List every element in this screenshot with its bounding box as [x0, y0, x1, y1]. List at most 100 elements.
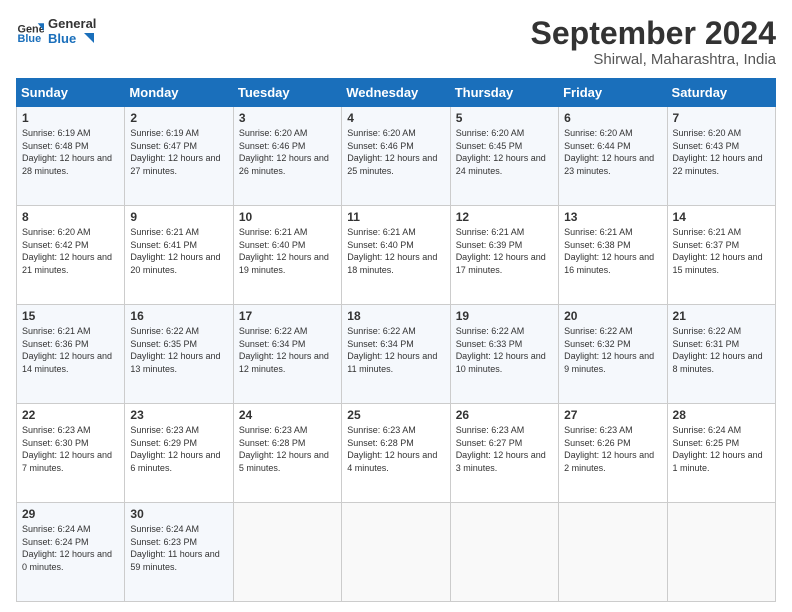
calendar-header-saturday: Saturday — [667, 79, 775, 107]
day-info: Sunrise: 6:21 AM Sunset: 6:40 PM Dayligh… — [239, 226, 336, 276]
day-number: 13 — [564, 210, 661, 224]
calendar-cell: 30 Sunrise: 6:24 AM Sunset: 6:23 PM Dayl… — [125, 503, 233, 602]
calendar-cell: 14 Sunrise: 6:21 AM Sunset: 6:37 PM Dayl… — [667, 206, 775, 305]
day-info: Sunrise: 6:22 AM Sunset: 6:31 PM Dayligh… — [673, 325, 770, 375]
day-info: Sunrise: 6:23 AM Sunset: 6:26 PM Dayligh… — [564, 424, 661, 474]
calendar-cell: 7 Sunrise: 6:20 AM Sunset: 6:43 PM Dayli… — [667, 107, 775, 206]
day-number: 5 — [456, 111, 553, 125]
day-number: 30 — [130, 507, 227, 521]
calendar-cell: 13 Sunrise: 6:21 AM Sunset: 6:38 PM Dayl… — [559, 206, 667, 305]
day-info: Sunrise: 6:22 AM Sunset: 6:34 PM Dayligh… — [239, 325, 336, 375]
day-number: 27 — [564, 408, 661, 422]
calendar-cell: 25 Sunrise: 6:23 AM Sunset: 6:28 PM Dayl… — [342, 404, 450, 503]
day-info: Sunrise: 6:24 AM Sunset: 6:25 PM Dayligh… — [673, 424, 770, 474]
calendar-week-row: 29 Sunrise: 6:24 AM Sunset: 6:24 PM Dayl… — [17, 503, 776, 602]
day-info: Sunrise: 6:21 AM Sunset: 6:41 PM Dayligh… — [130, 226, 227, 276]
calendar-week-row: 8 Sunrise: 6:20 AM Sunset: 6:42 PM Dayli… — [17, 206, 776, 305]
day-info: Sunrise: 6:21 AM Sunset: 6:39 PM Dayligh… — [456, 226, 553, 276]
day-info: Sunrise: 6:24 AM Sunset: 6:24 PM Dayligh… — [22, 523, 119, 573]
day-info: Sunrise: 6:20 AM Sunset: 6:43 PM Dayligh… — [673, 127, 770, 177]
calendar-cell: 8 Sunrise: 6:20 AM Sunset: 6:42 PM Dayli… — [17, 206, 125, 305]
day-number: 7 — [673, 111, 770, 125]
day-info: Sunrise: 6:22 AM Sunset: 6:35 PM Dayligh… — [130, 325, 227, 375]
day-info: Sunrise: 6:20 AM Sunset: 6:46 PM Dayligh… — [347, 127, 444, 177]
calendar-cell: 29 Sunrise: 6:24 AM Sunset: 6:24 PM Dayl… — [17, 503, 125, 602]
day-number: 4 — [347, 111, 444, 125]
day-number: 2 — [130, 111, 227, 125]
logo-icon: General Blue — [16, 17, 44, 45]
calendar-cell: 26 Sunrise: 6:23 AM Sunset: 6:27 PM Dayl… — [450, 404, 558, 503]
day-number: 16 — [130, 309, 227, 323]
day-number: 28 — [673, 408, 770, 422]
day-number: 3 — [239, 111, 336, 125]
day-info: Sunrise: 6:23 AM Sunset: 6:29 PM Dayligh… — [130, 424, 227, 474]
calendar-cell: 10 Sunrise: 6:21 AM Sunset: 6:40 PM Dayl… — [233, 206, 341, 305]
calendar-body: 1 Sunrise: 6:19 AM Sunset: 6:48 PM Dayli… — [17, 107, 776, 602]
calendar-cell: 20 Sunrise: 6:22 AM Sunset: 6:32 PM Dayl… — [559, 305, 667, 404]
header: General Blue General Blue September 2024… — [16, 16, 776, 68]
calendar-cell: 3 Sunrise: 6:20 AM Sunset: 6:46 PM Dayli… — [233, 107, 341, 206]
day-number: 21 — [673, 309, 770, 323]
day-info: Sunrise: 6:19 AM Sunset: 6:47 PM Dayligh… — [130, 127, 227, 177]
svg-text:Blue: Blue — [18, 33, 42, 45]
logo-arrow-icon — [80, 33, 94, 47]
calendar-cell: 5 Sunrise: 6:20 AM Sunset: 6:45 PM Dayli… — [450, 107, 558, 206]
logo-blue: Blue — [48, 31, 96, 47]
day-number: 6 — [564, 111, 661, 125]
day-info: Sunrise: 6:20 AM Sunset: 6:42 PM Dayligh… — [22, 226, 119, 276]
calendar-week-row: 1 Sunrise: 6:19 AM Sunset: 6:48 PM Dayli… — [17, 107, 776, 206]
day-info: Sunrise: 6:21 AM Sunset: 6:40 PM Dayligh… — [347, 226, 444, 276]
calendar-cell: 21 Sunrise: 6:22 AM Sunset: 6:31 PM Dayl… — [667, 305, 775, 404]
logo: General Blue General Blue — [16, 16, 96, 47]
location: Shirwal, Maharashtra, India — [531, 51, 776, 68]
calendar-header-monday: Monday — [125, 79, 233, 107]
day-info: Sunrise: 6:23 AM Sunset: 6:30 PM Dayligh… — [22, 424, 119, 474]
calendar-cell: 4 Sunrise: 6:20 AM Sunset: 6:46 PM Dayli… — [342, 107, 450, 206]
calendar: SundayMondayTuesdayWednesdayThursdayFrid… — [16, 78, 776, 602]
calendar-cell: 17 Sunrise: 6:22 AM Sunset: 6:34 PM Dayl… — [233, 305, 341, 404]
day-info: Sunrise: 6:23 AM Sunset: 6:28 PM Dayligh… — [347, 424, 444, 474]
calendar-cell — [667, 503, 775, 602]
day-number: 12 — [456, 210, 553, 224]
calendar-cell: 9 Sunrise: 6:21 AM Sunset: 6:41 PM Dayli… — [125, 206, 233, 305]
calendar-header-tuesday: Tuesday — [233, 79, 341, 107]
calendar-header-row: SundayMondayTuesdayWednesdayThursdayFrid… — [17, 79, 776, 107]
day-info: Sunrise: 6:23 AM Sunset: 6:27 PM Dayligh… — [456, 424, 553, 474]
day-number: 8 — [22, 210, 119, 224]
calendar-cell: 18 Sunrise: 6:22 AM Sunset: 6:34 PM Dayl… — [342, 305, 450, 404]
calendar-cell: 24 Sunrise: 6:23 AM Sunset: 6:28 PM Dayl… — [233, 404, 341, 503]
day-number: 10 — [239, 210, 336, 224]
day-info: Sunrise: 6:20 AM Sunset: 6:45 PM Dayligh… — [456, 127, 553, 177]
day-number: 20 — [564, 309, 661, 323]
day-number: 19 — [456, 309, 553, 323]
day-number: 11 — [347, 210, 444, 224]
calendar-cell: 2 Sunrise: 6:19 AM Sunset: 6:47 PM Dayli… — [125, 107, 233, 206]
day-number: 17 — [239, 309, 336, 323]
calendar-cell: 1 Sunrise: 6:19 AM Sunset: 6:48 PM Dayli… — [17, 107, 125, 206]
calendar-cell: 22 Sunrise: 6:23 AM Sunset: 6:30 PM Dayl… — [17, 404, 125, 503]
calendar-cell: 23 Sunrise: 6:23 AM Sunset: 6:29 PM Dayl… — [125, 404, 233, 503]
calendar-cell: 27 Sunrise: 6:23 AM Sunset: 6:26 PM Dayl… — [559, 404, 667, 503]
logo-general: General — [48, 16, 96, 31]
calendar-cell — [559, 503, 667, 602]
calendar-cell: 11 Sunrise: 6:21 AM Sunset: 6:40 PM Dayl… — [342, 206, 450, 305]
day-info: Sunrise: 6:20 AM Sunset: 6:46 PM Dayligh… — [239, 127, 336, 177]
day-number: 22 — [22, 408, 119, 422]
day-number: 29 — [22, 507, 119, 521]
calendar-week-row: 15 Sunrise: 6:21 AM Sunset: 6:36 PM Dayl… — [17, 305, 776, 404]
calendar-header-sunday: Sunday — [17, 79, 125, 107]
day-info: Sunrise: 6:21 AM Sunset: 6:36 PM Dayligh… — [22, 325, 119, 375]
calendar-header-wednesday: Wednesday — [342, 79, 450, 107]
calendar-week-row: 22 Sunrise: 6:23 AM Sunset: 6:30 PM Dayl… — [17, 404, 776, 503]
calendar-cell: 28 Sunrise: 6:24 AM Sunset: 6:25 PM Dayl… — [667, 404, 775, 503]
day-info: Sunrise: 6:21 AM Sunset: 6:38 PM Dayligh… — [564, 226, 661, 276]
calendar-cell: 15 Sunrise: 6:21 AM Sunset: 6:36 PM Dayl… — [17, 305, 125, 404]
day-number: 23 — [130, 408, 227, 422]
day-info: Sunrise: 6:23 AM Sunset: 6:28 PM Dayligh… — [239, 424, 336, 474]
day-number: 9 — [130, 210, 227, 224]
day-number: 14 — [673, 210, 770, 224]
day-number: 15 — [22, 309, 119, 323]
calendar-cell: 16 Sunrise: 6:22 AM Sunset: 6:35 PM Dayl… — [125, 305, 233, 404]
day-info: Sunrise: 6:22 AM Sunset: 6:34 PM Dayligh… — [347, 325, 444, 375]
day-number: 1 — [22, 111, 119, 125]
